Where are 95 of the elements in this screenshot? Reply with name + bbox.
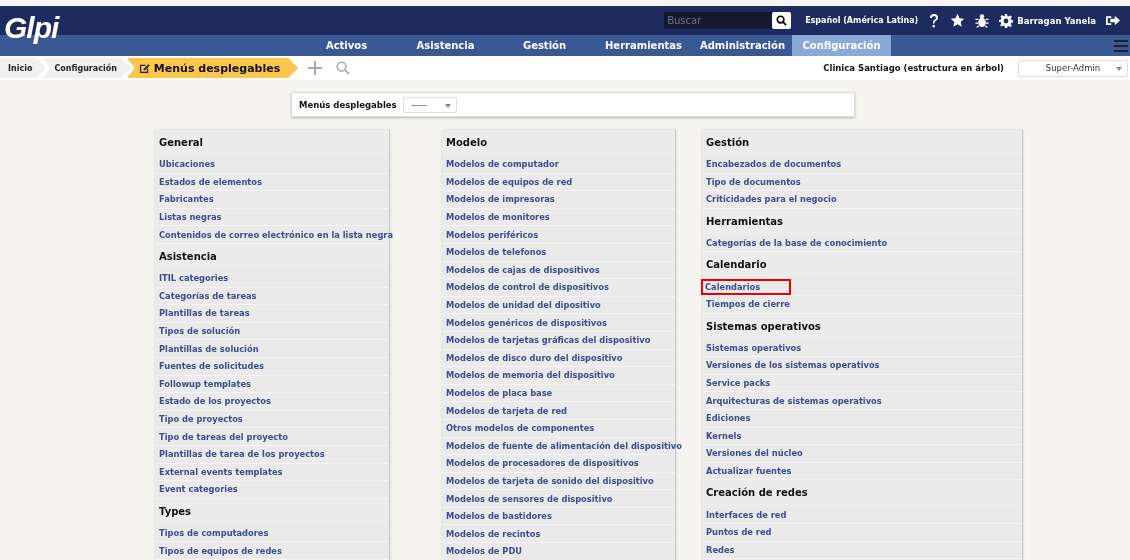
dropdown-link[interactable]: Versiones de los sistemas operativos [706, 360, 880, 371]
dropdown-link[interactable]: Modelos de disco duro del dispositivo [446, 352, 623, 363]
dropdown-link[interactable]: Modelos de procesadores de dispositivos [446, 458, 639, 469]
dropdown-link[interactable]: Modelos de control de dispositivos [446, 282, 609, 293]
menu-tab[interactable]: Administración [693, 35, 792, 56]
dropdown-link[interactable]: Event categories [159, 484, 238, 495]
dropdown-link[interactable]: Tipo de tareas del proyecto [159, 431, 288, 442]
star-icon[interactable] [950, 13, 966, 28]
group-heading: Herramientas [702, 208, 1022, 235]
bug-icon[interactable] [975, 13, 990, 28]
dropdown-link[interactable]: Plantillas de solución [159, 343, 259, 354]
dropdown-link[interactable]: Modelos de tarjeta de sonido del dispositivo [446, 476, 654, 486]
dropdown-link[interactable]: Modelos de equipos de red [446, 176, 573, 187]
dropdown-link[interactable]: Calendarios [704, 281, 789, 292]
dropdown-select[interactable]: ----- [402, 96, 457, 113]
dropdown-link[interactable]: Modelos de impresoras [446, 194, 555, 205]
edit-icon [138, 62, 150, 74]
menu-tab[interactable]: Gestión [495, 35, 594, 56]
group-heading: Types [155, 498, 389, 525]
dropdown-link[interactable]: Modelos de tarjeta de red [446, 405, 568, 416]
dropdown-link[interactable]: Tipo de proyectos [159, 414, 243, 424]
dropdown-link[interactable]: Modelos genéricos de dispositivos [446, 317, 607, 328]
dropdown-link[interactable]: Puntos de red [706, 527, 772, 538]
entity-link[interactable]: Clinica Santiago (estructura en árbol) [823, 63, 1004, 73]
dropdown-link[interactable]: Arquitecturas de sistemas operativos [706, 395, 882, 406]
dropdown-link[interactable]: Listas negras [159, 212, 222, 223]
menu-tab[interactable]: Asistencia [396, 35, 495, 56]
search-icon [776, 15, 788, 26]
dropdown-link[interactable]: Modelos de recintos [446, 528, 541, 539]
dropdown-link[interactable]: Estado de los proyectos [159, 396, 271, 407]
group-heading: Asistencia [155, 243, 389, 270]
dropdown-link[interactable]: Modelos periféricos [446, 229, 539, 240]
glpi-logo[interactable]: Glpi [4, 8, 59, 48]
group-heading: Creación de redes [702, 480, 1022, 507]
dropdown-label: Menús desplegables [299, 99, 397, 110]
dropdown-link[interactable]: Redes [706, 544, 735, 555]
dropdown-link[interactable]: Sistemas operativos [706, 342, 802, 353]
dropdown-link[interactable]: Categorías de tareas [159, 290, 257, 301]
search-field[interactable]: Buscar [664, 12, 773, 29]
dropdown-link[interactable]: Versiones del núcleo [706, 448, 803, 459]
dropdown-link[interactable]: Actualizar fuentes [706, 466, 792, 476]
dropdown-link[interactable]: Modelos de tarjetas gráficas del dispositivo [446, 335, 651, 346]
dropdown-link[interactable]: Kernels [706, 430, 742, 441]
dropdown-link[interactable]: External events templates [159, 466, 283, 477]
dropdown-link[interactable]: Criticidades para el negocio [706, 194, 837, 205]
group-heading: General [155, 130, 389, 156]
dropdown-link[interactable]: Tiempos de cierre [706, 299, 790, 310]
breadcrumb-link[interactable]: Menús desplegables [126, 58, 299, 78]
group-heading: Gestión [702, 130, 1022, 156]
dropdown-link[interactable]: Ubicaciones [159, 159, 215, 170]
group-heading: Modelo [442, 130, 675, 156]
user-name[interactable]: Barragan Yanela [1017, 15, 1096, 26]
dropdown-link[interactable]: Tipo de documentos [706, 176, 801, 187]
dropdown-link[interactable]: Otros modelos de componentes [446, 423, 595, 434]
breadcrumb-link[interactable]: Configuración [42, 58, 131, 78]
profile-select[interactable]: Super-Admin [1018, 59, 1128, 77]
dropdown-link[interactable]: Modelos de memoria del dispositivo [446, 370, 615, 381]
dropdown-link[interactable]: Modelos de cajas de dispositivos [446, 264, 600, 275]
menu-tab[interactable]: Herramientas [594, 35, 693, 56]
gear-icon[interactable] [999, 13, 1014, 28]
dropdown-link[interactable]: Modelos de fuente de alimentación del dispositivo [446, 440, 682, 451]
dropdown-link[interactable]: Fabricantes [159, 194, 214, 205]
help-icon[interactable] [928, 12, 941, 29]
caret-icon [444, 103, 451, 108]
dropdown-link[interactable]: Followup templates [159, 378, 251, 389]
dropdown-link[interactable]: Modelos de placa base [446, 388, 553, 398]
dropdown-link[interactable]: Tipos de solución [159, 326, 241, 337]
dropdown-link[interactable]: Tipos de equipos de redes [159, 545, 282, 556]
dropdown-link[interactable]: Interfaces de red [706, 509, 787, 520]
group-heading: Sistemas operativos [702, 313, 1022, 340]
dropdown-link[interactable]: Modelos de sensores de dispositivo [446, 493, 613, 504]
breadcrumb-link[interactable]: Inicio [0, 58, 47, 78]
dropdown-link[interactable]: Encabezados de documentos [706, 159, 842, 170]
dropdown-link[interactable]: Modelos de computador [446, 159, 559, 170]
dropdown-link[interactable]: Ediciones [706, 413, 751, 424]
dropdown-link[interactable]: Estados de elementos [159, 176, 262, 187]
dropdown-link[interactable]: Modelos de monitores [446, 212, 550, 223]
menu-tab[interactable]: Activos [297, 35, 396, 56]
dropdown-link[interactable]: Modelos de bastidores [446, 511, 552, 522]
dropdown-link[interactable]: Modelos de PDU [446, 546, 523, 557]
search-button[interactable] [772, 12, 792, 29]
dropdown-link[interactable]: Categorías de la base de conocimiento [706, 238, 888, 249]
dropdown-link[interactable]: Service packs [706, 378, 771, 389]
dropdown-link[interactable]: Tipos de computadores [159, 528, 269, 538]
dropdown-link[interactable]: Contenidos de correo electrónico en la lista negra [159, 229, 393, 240]
dropdown-link[interactable]: Modelos de unidad del dipositivo [446, 300, 601, 311]
dropdown-link[interactable]: Plantillas de tareas [159, 308, 250, 319]
dropdown-link[interactable]: ITIL categories [159, 273, 229, 284]
logout-icon[interactable] [1106, 14, 1120, 27]
dropdown-link[interactable]: Plantillas de tarea de los proyectos [159, 449, 325, 460]
dropdown-link[interactable]: Modelos de telefonos [446, 247, 547, 258]
language-link[interactable]: Español (América Latina) [805, 16, 919, 25]
dropdown-link[interactable]: Fuentes de solicitudes [159, 361, 265, 372]
group-heading: Calendario [702, 252, 1022, 279]
caret-icon [1116, 66, 1122, 71]
